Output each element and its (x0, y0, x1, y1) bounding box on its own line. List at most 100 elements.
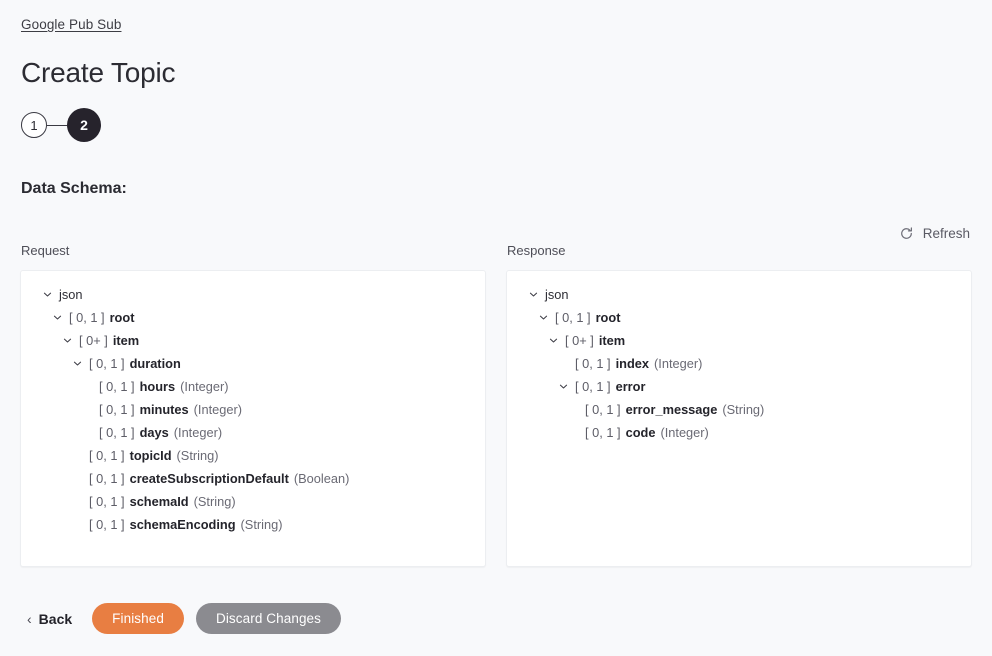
request-column: Request json [ 0, 1 ] root[ 0+ ] item [ 0, 1… (20, 243, 486, 567)
stepper-step-2[interactable]: 2 (67, 108, 101, 142)
response-column: Response json [ 0, 1 ] root[ 0+ ] item [ 0, … (506, 243, 972, 567)
node-name: root (109, 310, 135, 325)
schema-node-topicId: [ 0, 1 ] topicId (String) (31, 444, 475, 467)
page-title: Create Topic (21, 57, 176, 88)
node-cardinality: [ 0, 1 ] (99, 402, 135, 417)
schema-panels: Request json[ 0, 1 ] root[ 0+ ] item[ 0, 1… (20, 243, 972, 567)
chevron-down-icon[interactable] (556, 380, 570, 394)
node-type: (Integer) (180, 379, 229, 394)
schema-node-error_message: [ 0, 1 ] error_message (String) (517, 398, 961, 421)
node-name: duration (129, 356, 181, 371)
node-type: (Integer) (654, 356, 703, 371)
chevron-down-icon[interactable] (50, 311, 64, 325)
node-cardinality: [ 0, 1 ] (555, 310, 591, 325)
finished-button[interactable]: Finished (92, 603, 184, 634)
node-cardinality: [ 0, 1 ] (99, 379, 135, 394)
schema-node-json[interactable]: json (517, 283, 961, 306)
node-type: (Integer) (660, 425, 709, 440)
refresh-label: Refresh (922, 226, 970, 241)
node-cardinality: [ 0, 1 ] (89, 494, 125, 509)
schema-node-root[interactable]: [ 0, 1 ] root (31, 306, 475, 329)
node-name: json (59, 287, 83, 302)
chevron-down-icon[interactable] (60, 334, 74, 348)
schema-node-root[interactable]: [ 0, 1 ] root (517, 306, 961, 329)
breadcrumb-google-pub-sub[interactable]: Google Pub Sub (21, 17, 121, 32)
request-schema-tree: json [ 0, 1 ] root[ 0+ ] item [ 0, 1 ] durati… (31, 283, 475, 536)
node-type: (Integer) (173, 425, 223, 440)
schema-node-code: [ 0, 1 ] code (Integer) (517, 421, 961, 444)
schema-node-schemaEncoding: [ 0, 1 ] schemaEncoding (String) (31, 513, 475, 536)
stepper-step-1[interactable]: 1 (21, 112, 47, 138)
schema-node-minutes: [ 0, 1 ] minutes (Integer) (31, 398, 475, 421)
response-schema-tree: json [ 0, 1 ] root[ 0+ ] item [ 0, 1 ] index (… (517, 283, 961, 444)
chevron-down-icon[interactable] (40, 288, 54, 302)
node-name: item (112, 333, 140, 348)
footer-actions: ‹ Back Finished Discard Changes (20, 603, 342, 634)
node-cardinality: [ 0, 1 ] (575, 356, 611, 371)
schema-node-index: [ 0, 1 ] index (Integer) (517, 352, 961, 375)
discard-changes-button[interactable]: Discard Changes (195, 603, 342, 634)
refresh-icon (899, 226, 914, 241)
node-type: (String) (193, 494, 236, 509)
node-type: (String) (176, 448, 219, 463)
node-cardinality: [ 0, 1 ] (89, 517, 125, 532)
node-name: root (595, 310, 621, 325)
schema-node-item[interactable]: [ 0+ ] item (31, 329, 475, 352)
node-name: error_message (625, 402, 718, 417)
schema-node-duration[interactable]: [ 0, 1 ] duration (31, 352, 475, 375)
response-panel-label: Response (507, 243, 566, 258)
chevron-left-icon: ‹ (27, 610, 32, 627)
schema-node-hours: [ 0, 1 ] hours (Integer) (31, 375, 475, 398)
node-cardinality: [ 0, 1 ] (585, 425, 621, 440)
schema-node-days: [ 0, 1 ] days (Integer) (31, 421, 475, 444)
node-name: code (625, 425, 656, 440)
schema-node-item[interactable]: [ 0+ ] item (517, 329, 961, 352)
node-cardinality: [ 0, 1 ] (89, 448, 125, 463)
node-cardinality: [ 0, 1 ] (89, 356, 125, 371)
chevron-down-icon[interactable] (526, 288, 540, 302)
back-button[interactable]: ‹ Back (20, 605, 80, 633)
schema-node-error[interactable]: [ 0, 1 ] error (517, 375, 961, 398)
node-cardinality: [ 0, 1 ] (575, 379, 611, 394)
stepper: 1 2 (21, 108, 101, 142)
stepper-connector (47, 124, 67, 126)
node-cardinality: [ 0, 1 ] (585, 402, 621, 417)
refresh-button[interactable]: Refresh (897, 223, 972, 244)
node-type: (Boolean) (293, 471, 350, 486)
data-schema-heading: Data Schema: (21, 180, 127, 197)
node-type: (String) (240, 517, 283, 532)
node-name: json (545, 287, 569, 302)
node-name: schemaEncoding (129, 517, 236, 532)
chevron-down-icon[interactable] (546, 334, 560, 348)
create-topic-page: Google Pub Sub Create Topic 1 2 Data Sch… (0, 0, 992, 656)
request-panel-label: Request (21, 243, 70, 258)
schema-node-json[interactable]: json (31, 283, 475, 306)
chevron-down-icon[interactable] (536, 311, 550, 325)
node-name: item (598, 333, 626, 348)
node-name: minutes (139, 402, 189, 417)
node-type: (Integer) (193, 402, 243, 417)
node-name: index (615, 356, 650, 371)
node-name: createSubscriptionDefault (129, 471, 289, 486)
back-button-label: Back (38, 610, 73, 627)
node-name: hours (139, 379, 176, 394)
node-cardinality: [ 0+ ] (79, 333, 108, 348)
node-cardinality: [ 0, 1 ] (89, 471, 125, 486)
chevron-down-icon[interactable] (70, 357, 84, 371)
schema-node-createSubscriptionDefault: [ 0, 1 ] createSubscriptionDefault (Boolea… (31, 467, 475, 490)
node-name: schemaId (129, 494, 189, 509)
node-name: error (615, 379, 646, 394)
node-type: (String) (722, 402, 765, 417)
request-panel: json [ 0, 1 ] root[ 0+ ] item [ 0, 1 ] durati… (20, 270, 486, 567)
node-cardinality: [ 0+ ] (565, 333, 594, 348)
